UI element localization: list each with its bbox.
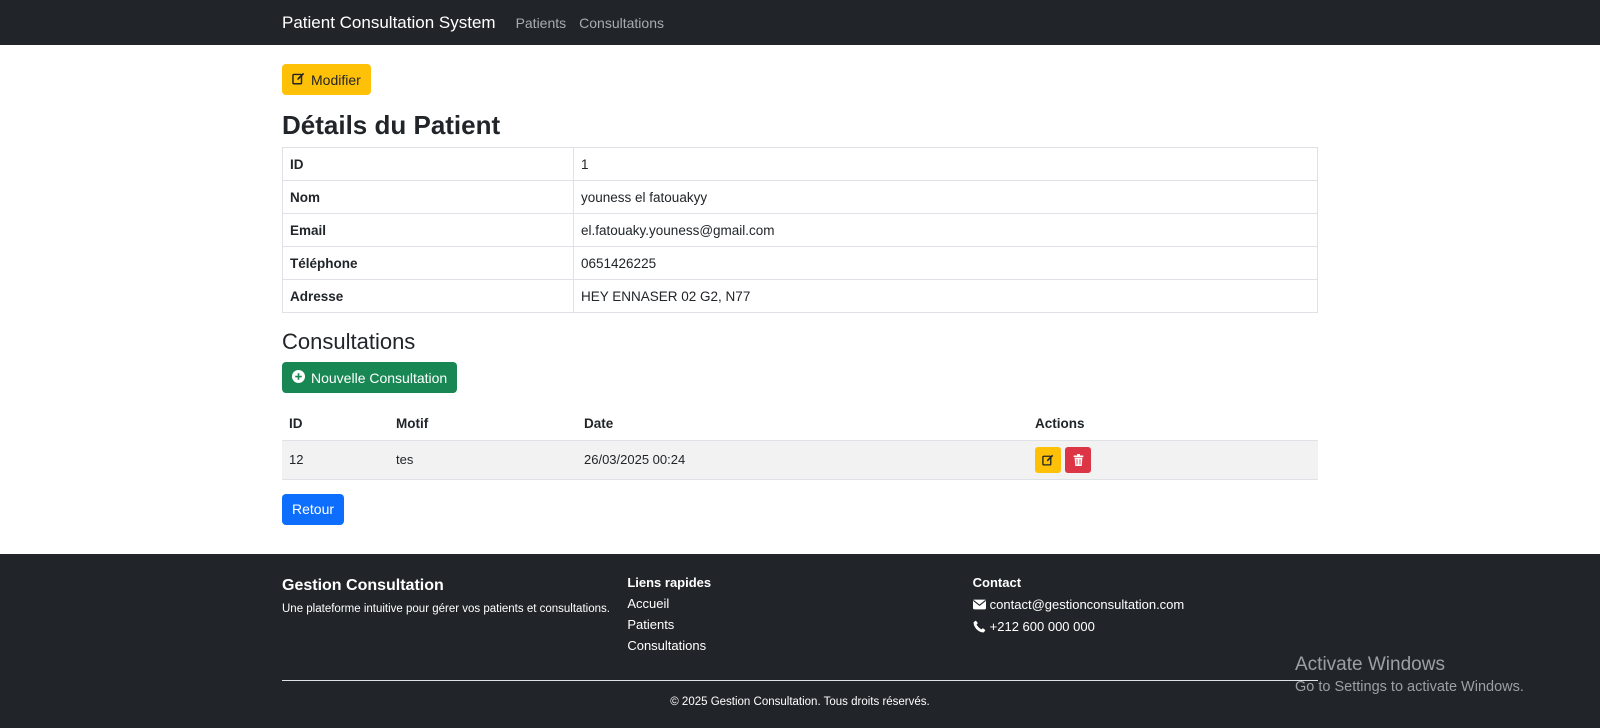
details-label: Nom [282,180,574,214]
footer-about: Gestion Consultation Une plateforme intu… [282,575,627,653]
details-label: Email [282,213,574,247]
back-button[interactable]: Retour [282,493,345,525]
nav-link-patients[interactable]: Patients [516,15,567,31]
cell-id: 12 [282,440,389,480]
details-label: ID [282,147,574,181]
activate-windows-watermark: Activate Windows Go to Settings to activ… [1295,654,1524,695]
delete-consultation-button[interactable] [1065,446,1091,473]
details-row-phone: Téléphone 0651426225 [282,246,1318,280]
cell-motif: tes [389,440,577,480]
footer-contact-title: Contact [972,575,1022,590]
footer-contact: Contact contact@gestionconsultation.com [972,575,1318,653]
page-title: Détails du Patient [282,110,501,140]
pencil-square-icon [292,72,305,88]
consultations-table: ID Motif Date Actions 12 tes 26/03/2025 … [282,408,1318,480]
telephone-icon [973,620,986,633]
details-value: 1 [573,147,1318,181]
footer-email-text[interactable]: contact@gestionconsultation.com [990,597,1185,612]
details-value: youness el fatouakyy [573,180,1318,214]
footer-links: Liens rapides Accueil Patients Consultat… [627,575,972,653]
footer-email: contact@gestionconsultation.com [972,597,1318,612]
footer-phone-text: +212 600 000 000 [989,619,1095,634]
footer-brand: Gestion Consultation [282,577,444,594]
details-row-id: ID 1 [282,147,1318,181]
details-row-address: Adresse HEY ENNASER 02 G2, N77 [282,279,1318,313]
footer-description: Une plateforme intuitive pour gérer vos … [282,603,610,615]
back-button-label: Retour [292,501,335,517]
new-consultation-label: Nouvelle Consultation [311,369,448,386]
details-label: Adresse [282,279,574,313]
cell-date: 26/03/2025 00:24 [577,440,1028,480]
details-value: el.fatouaky.youness@gmail.com [573,213,1318,247]
new-consultation-button[interactable]: Nouvelle Consultation [282,362,458,393]
column-header-actions: Actions [1028,408,1318,441]
table-row: 12 tes 26/03/2025 00:24 [282,440,1318,480]
details-value: HEY ENNASER 02 G2, N77 [573,279,1318,313]
footer-links-title: Liens rapides [627,575,712,590]
column-header-date: Date [577,408,1028,441]
column-header-id: ID [282,408,389,441]
navbar-brand[interactable]: Patient Consultation System [282,13,496,33]
edit-patient-button[interactable]: Modifier [282,64,371,95]
details-label: Téléphone [282,246,574,280]
cell-actions [1028,440,1318,480]
footer-link-home[interactable]: Accueil [627,596,972,611]
edit-patient-label: Modifier [311,71,361,88]
details-row-name: Nom youness el fatouakyy [282,180,1318,214]
details-row-email: Email el.fatouaky.youness@gmail.com [282,213,1318,247]
main-content: Modifier Détails du Patient ID 1 Nom you… [0,45,1600,554]
column-header-motif: Motif [389,408,577,441]
nav-link-consultations[interactable]: Consultations [579,15,664,31]
footer-link-consultations[interactable]: Consultations [627,638,972,653]
table-header-row: ID Motif Date Actions [282,408,1318,441]
trash-icon [1073,453,1083,466]
details-value: 0651426225 [573,246,1318,280]
watermark-subtitle: Go to Settings to activate Windows. [1295,679,1524,695]
consultations-title: Consultations [282,329,416,354]
footer-link-patients[interactable]: Patients [627,617,972,632]
footer-phone: +212 600 000 000 [973,619,1318,634]
footer-divider [282,680,1318,681]
envelope-icon [972,599,986,610]
watermark-title: Activate Windows [1295,654,1445,675]
navbar: Patient Consultation System Patients Con… [0,0,1600,45]
patient-details-table: ID 1 Nom youness el fatouakyy Email el.f… [282,147,1318,313]
pencil-square-icon [1042,454,1054,466]
footer: Gestion Consultation Une plateforme intu… [0,554,1600,728]
footer-copyright: © 2025 Gestion Consultation. Tous droits… [670,696,930,708]
edit-consultation-button[interactable] [1035,446,1061,473]
plus-circle-icon [292,369,305,386]
